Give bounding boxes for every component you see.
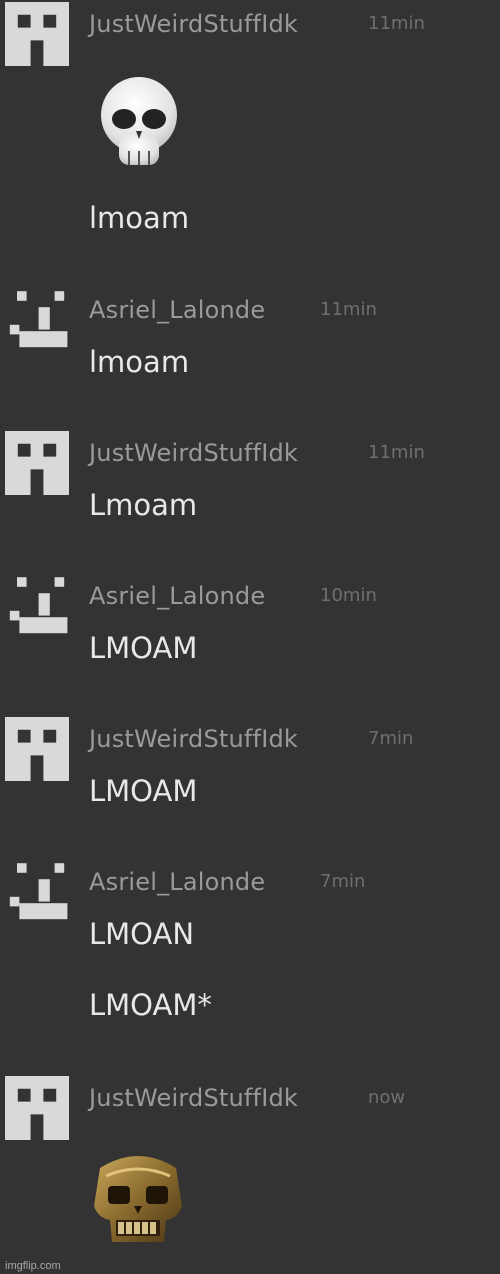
message-text: lmoam — [89, 345, 190, 379]
chat-message: JustWeirdStuffIdk now — [0, 1074, 500, 1254]
username[interactable]: Asriel_Lalonde — [89, 582, 265, 610]
message-text: lmoam — [89, 201, 190, 235]
chat-message: JustWeirdStuffIdk 11min — [0, 0, 500, 240]
avatar-block-face-icon[interactable] — [5, 431, 69, 495]
timestamp: 10min — [320, 585, 377, 606]
golden-skull-emoji — [88, 1148, 188, 1246]
avatar-block-face-icon[interactable] — [5, 717, 69, 781]
avatar-pixel-face-icon[interactable] — [5, 288, 69, 352]
avatar-block-face-icon[interactable] — [5, 1076, 69, 1140]
message-text: Lmoam — [89, 488, 198, 522]
message-text: LMOAM — [89, 631, 198, 665]
timestamp: 11min — [368, 13, 425, 34]
message-text: LMOAN — [89, 917, 195, 951]
timestamp: 11min — [368, 442, 425, 463]
avatar-pixel-face-icon[interactable] — [5, 574, 69, 638]
avatar-pixel-face-icon[interactable] — [5, 860, 69, 924]
username[interactable]: Asriel_Lalonde — [89, 868, 265, 896]
chat-message: Asriel_Lalonde 7min LMOAN LMOAM* — [0, 858, 500, 1038]
username[interactable]: JustWeirdStuffIdk — [89, 725, 298, 753]
chat-message: JustWeirdStuffIdk 7min LMOAM — [0, 715, 500, 825]
timestamp: 11min — [320, 299, 377, 320]
timestamp: now — [368, 1087, 406, 1108]
username[interactable]: JustWeirdStuffIdk — [89, 1084, 298, 1112]
watermark: imgflip.com — [5, 1260, 61, 1272]
chat-message: JustWeirdStuffIdk 11min Lmoam — [0, 429, 500, 539]
username[interactable]: Asriel_Lalonde — [89, 296, 265, 324]
message-text: LMOAM — [89, 774, 198, 808]
timestamp: 7min — [368, 728, 414, 749]
chat-message: Asriel_Lalonde 11min lmoam — [0, 286, 500, 396]
username[interactable]: JustWeirdStuffIdk — [89, 10, 298, 38]
skull-emoji — [97, 73, 181, 173]
message-text: LMOAM* — [89, 988, 212, 1022]
avatar-block-face-icon[interactable] — [5, 2, 69, 66]
username[interactable]: JustWeirdStuffIdk — [89, 439, 298, 467]
chat-message: Asriel_Lalonde 10min LMOAM — [0, 572, 500, 682]
timestamp: 7min — [320, 871, 366, 892]
